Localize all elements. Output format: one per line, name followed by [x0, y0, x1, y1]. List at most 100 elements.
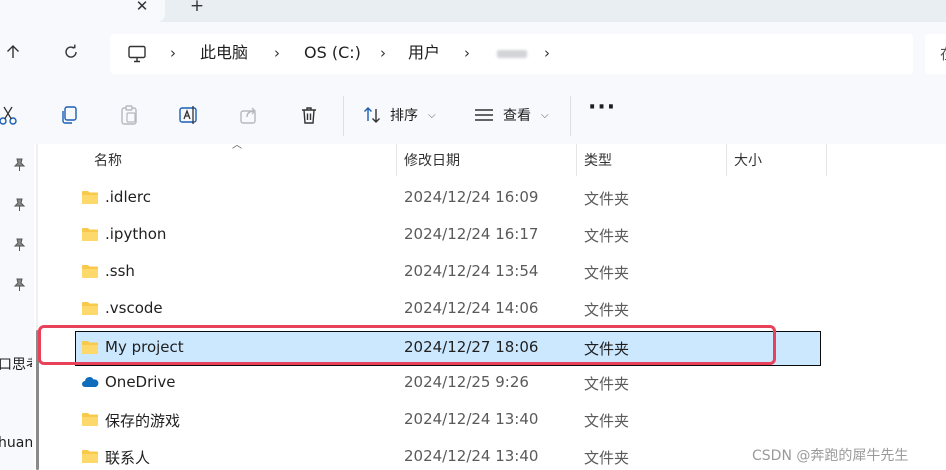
sort-arrows-icon: [364, 107, 380, 123]
breadcrumb-os-c[interactable]: OS (C:): [304, 42, 361, 64]
column-divider[interactable]: [576, 144, 577, 176]
file-row[interactable]: .idlerc 2024/12/24 16:09 文件夹: [75, 181, 821, 216]
breadcrumb-separator[interactable]: ›: [380, 42, 392, 64]
chevron-down-icon: ⌵: [541, 109, 549, 121]
file-row[interactable]: 联系人 2024/12/24 13:40 文件夹: [75, 440, 821, 470]
sort-label: 排序: [390, 108, 418, 124]
file-name: My project: [105, 338, 184, 356]
command-bar: 排序 ⌵ 查看 ⌵ ···: [0, 86, 946, 144]
file-name: OneDrive: [105, 373, 176, 391]
file-name: .ssh: [105, 262, 135, 280]
file-type: 文件夹: [584, 227, 630, 245]
sort-button[interactable]: 排序 ⌵: [362, 102, 436, 128]
clipboard-icon: [121, 105, 137, 125]
close-tab-button[interactable]: ✕: [132, 0, 152, 16]
breadcrumb-separator[interactable]: ›: [170, 42, 182, 64]
column-divider[interactable]: [396, 144, 397, 176]
copy-button[interactable]: [57, 103, 81, 127]
delete-button[interactable]: [297, 103, 321, 127]
pin-icon[interactable]: [12, 238, 26, 252]
column-header-name[interactable]: 名称: [94, 150, 122, 170]
file-name: 联系人: [105, 449, 151, 467]
breadcrumb-separator[interactable]: ›: [544, 42, 556, 64]
breadcrumb-separator[interactable]: ›: [274, 42, 286, 64]
toolbar-divider: [343, 96, 344, 136]
file-row[interactable]: 保存的游戏 2024/12/24 13:40 文件夹: [75, 403, 821, 438]
folder-icon: [82, 413, 98, 426]
column-header-row: ︿ 名称 修改日期 类型 大小: [44, 140, 946, 176]
file-row[interactable]: OneDrive 2024/12/25 9:26 文件夹: [75, 366, 821, 401]
file-row[interactable]: .vscode 2024/12/24 14:06 文件夹: [75, 292, 821, 327]
folder-icon: [82, 450, 98, 463]
active-tab[interactable]: ✕: [0, 0, 165, 22]
folder-icon: [82, 228, 98, 241]
scissors-icon: [0, 106, 17, 125]
rename-icon: [179, 106, 197, 124]
file-date: 2024/12/24 14:06: [404, 299, 539, 317]
file-type: 文件夹: [584, 375, 630, 393]
pin-icon[interactable]: [12, 278, 26, 292]
file-name: .idlerc: [105, 188, 151, 206]
pin-icon[interactable]: [12, 198, 26, 212]
column-header-type[interactable]: 类型: [584, 150, 612, 170]
file-type: 文件夹: [584, 264, 630, 282]
refresh-icon: [65, 44, 77, 58]
file-name: 保存的游戏: [105, 412, 181, 430]
refresh-button[interactable]: [58, 39, 84, 65]
view-list-icon: [475, 109, 493, 121]
pin-icon[interactable]: [12, 158, 26, 172]
breadcrumb-username-redacted[interactable]: [497, 50, 527, 58]
navigation-pane: 口思考 huan: [0, 144, 34, 470]
file-type: 文件夹: [584, 190, 630, 208]
search-placeholder[interactable]: 在: [940, 43, 946, 64]
arrow-up-icon: [7, 45, 19, 58]
new-tab-button[interactable]: +: [187, 0, 207, 17]
rename-button[interactable]: [177, 103, 201, 127]
navigation-pane-scrollbar-thumb[interactable]: [36, 330, 39, 470]
copy-icon: [62, 106, 77, 124]
toolbar-divider: [570, 96, 571, 136]
cut-button[interactable]: [0, 103, 21, 127]
share-button[interactable]: [237, 103, 261, 127]
address-bar[interactable]: › 此电脑 › OS (C:) › 用户 › ›: [110, 34, 913, 74]
up-button[interactable]: [0, 39, 26, 65]
breadcrumb-separator[interactable]: ›: [464, 42, 476, 64]
file-type: 文件夹: [584, 340, 630, 358]
column-divider[interactable]: [726, 144, 727, 176]
navigation-row: › 此电脑 › OS (C:) › 用户 › › 在: [0, 22, 946, 86]
view-button[interactable]: 查看 ⌵: [473, 102, 549, 128]
column-header-size[interactable]: 大小: [734, 150, 762, 170]
folder-icon: [82, 341, 98, 354]
file-row-selected[interactable]: My project 2024/12/27 18:06 文件夹: [75, 331, 821, 366]
file-date: 2024/12/24 16:17: [404, 225, 539, 243]
share-icon: [240, 107, 256, 124]
file-date: 2024/12/24 16:09: [404, 188, 539, 206]
chevron-down-icon: ⌵: [428, 109, 436, 121]
this-pc-icon[interactable]: [126, 43, 148, 65]
file-date: 2024/12/24 13:40: [404, 410, 539, 428]
tab-strip: ✕ +: [0, 0, 946, 22]
file-name: .vscode: [105, 299, 163, 317]
column-divider[interactable]: [826, 144, 827, 176]
nav-item-partial[interactable]: 口思考: [0, 354, 32, 374]
file-row[interactable]: .ipython 2024/12/24 16:17 文件夹: [75, 218, 821, 253]
trash-icon: [302, 107, 316, 124]
folder-icon: [82, 191, 98, 204]
file-name: .ipython: [105, 225, 167, 243]
file-date: 2024/12/24 13:54: [404, 262, 539, 280]
watermark: CSDN @奔跑的犀牛先生: [752, 448, 909, 464]
onedrive-cloud-icon: [82, 377, 99, 387]
file-row[interactable]: .ssh 2024/12/24 13:54 文件夹: [75, 255, 821, 290]
file-date: 2024/12/24 13:40: [404, 447, 539, 465]
view-label: 查看: [503, 108, 531, 124]
sort-ascending-icon: ︿: [232, 140, 242, 151]
folder-icon: [82, 265, 98, 278]
breadcrumb-users[interactable]: 用户: [408, 42, 440, 64]
nav-item-partial[interactable]: huan: [0, 435, 32, 451]
more-options-button[interactable]: ···: [588, 97, 615, 127]
file-type: 文件夹: [584, 449, 630, 467]
paste-button[interactable]: [117, 103, 141, 127]
column-header-date[interactable]: 修改日期: [404, 150, 460, 170]
breadcrumb-this-pc[interactable]: 此电脑: [200, 42, 248, 64]
file-date: 2024/12/25 9:26: [404, 373, 529, 391]
